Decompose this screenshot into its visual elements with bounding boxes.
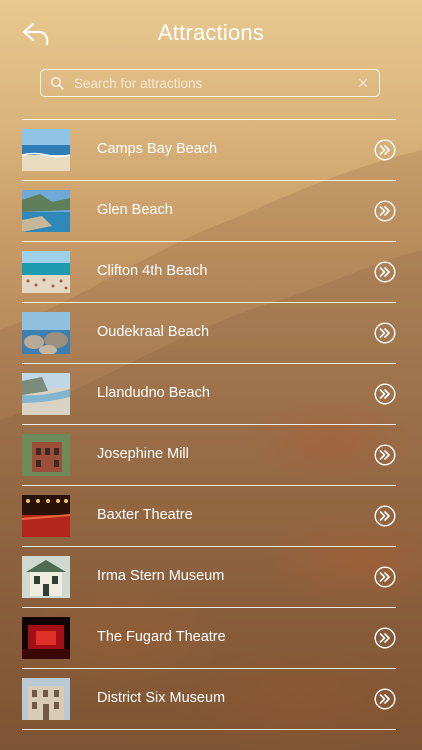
double-chevron-right-icon[interactable]: [374, 200, 396, 222]
double-chevron-right-icon[interactable]: [374, 444, 396, 466]
list-item[interactable]: The Fugard Theatre: [22, 608, 396, 669]
list-item[interactable]: Glen Beach: [22, 181, 396, 242]
attraction-name: Baxter Theatre: [97, 507, 193, 523]
attraction-name: Clifton 4th Beach: [97, 263, 208, 279]
attraction-thumbnail: [22, 556, 70, 598]
attraction-name: Camps Bay Beach: [97, 141, 218, 157]
attraction-thumbnail: [22, 373, 70, 415]
attraction-name: District Six Museum: [97, 690, 226, 706]
attraction-name: Josephine Mill: [97, 446, 189, 462]
list-item[interactable]: Irma Stern Museum: [22, 547, 396, 608]
attraction-name: Glen Beach: [97, 202, 173, 218]
attraction-name: Irma Stern Museum: [97, 568, 225, 584]
list-item[interactable]: Llandudno Beach: [22, 364, 396, 425]
attraction-thumbnail: [22, 190, 70, 232]
list-item[interactable]: Oudekraal Beach: [22, 303, 396, 364]
double-chevron-right-icon[interactable]: [374, 566, 396, 588]
list-item[interactable]: District Six Museum: [22, 669, 396, 730]
double-chevron-right-icon[interactable]: [374, 139, 396, 161]
attraction-thumbnail: [22, 251, 70, 293]
double-chevron-right-icon[interactable]: [374, 383, 396, 405]
double-chevron-right-icon[interactable]: [374, 627, 396, 649]
attraction-thumbnail: [22, 434, 70, 476]
search-icon: [50, 76, 64, 90]
header: Attractions: [0, 0, 422, 66]
attraction-name: Llandudno Beach: [97, 385, 210, 401]
list-item[interactable]: Clifton 4th Beach: [22, 242, 396, 303]
list-item[interactable]: Baxter Theatre: [22, 486, 396, 547]
attraction-thumbnail: [22, 678, 70, 720]
clear-icon[interactable]: ✕: [357, 75, 369, 92]
list-item[interactable]: Camps Bay Beach: [22, 120, 396, 181]
double-chevron-right-icon[interactable]: [374, 322, 396, 344]
attraction-thumbnail: [22, 312, 70, 354]
attractions-list: Camps Bay Beach Glen Beach Clifton 4th Bea…: [22, 119, 396, 730]
double-chevron-right-icon[interactable]: [374, 505, 396, 527]
page-title: Attractions: [157, 20, 265, 45]
attraction-thumbnail: [22, 617, 70, 659]
double-chevron-right-icon[interactable]: [374, 688, 396, 710]
attraction-name: Oudekraal Beach: [97, 324, 210, 340]
attraction-thumbnail: [22, 129, 70, 171]
list-item[interactable]: Josephine Mill: [22, 425, 396, 486]
search-box[interactable]: ✕: [40, 69, 380, 97]
search-input[interactable]: [74, 72, 354, 94]
attraction-name: The Fugard Theatre: [97, 629, 226, 645]
double-chevron-right-icon[interactable]: [374, 261, 396, 283]
attraction-thumbnail: [22, 495, 70, 537]
